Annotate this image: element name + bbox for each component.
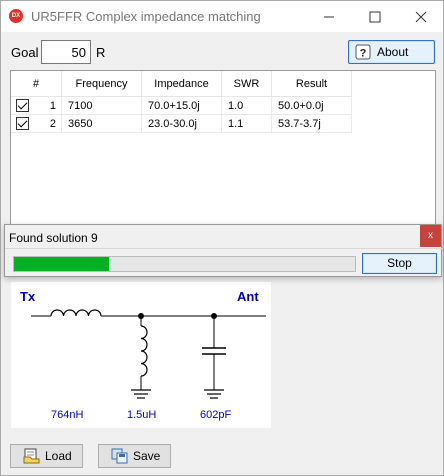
swr-cell: 1.0 bbox=[222, 97, 272, 115]
frequency-cell[interactable]: 7100 bbox=[62, 97, 142, 115]
row-number: 2 bbox=[49, 117, 56, 130]
row-number: 1 bbox=[49, 99, 56, 112]
main-window: DX UR5FFR Complex impedance matching Goa… bbox=[0, 0, 444, 476]
save-label: Save bbox=[133, 449, 161, 463]
goal-label: Goal bbox=[11, 45, 39, 60]
progress-bar bbox=[13, 256, 356, 272]
app-icon: DX bbox=[9, 9, 23, 23]
progress-status-text: Found solution 9 bbox=[9, 231, 98, 245]
shunt-capacitor-value: 602pF bbox=[200, 409, 232, 421]
minimize-button[interactable] bbox=[306, 1, 352, 32]
close-button[interactable] bbox=[398, 1, 444, 32]
maximize-button[interactable] bbox=[352, 1, 398, 32]
about-label: About bbox=[377, 45, 409, 59]
ant-label: Ant bbox=[237, 289, 259, 304]
stop-button[interactable]: Stop bbox=[362, 253, 437, 274]
minimize-icon bbox=[324, 16, 334, 17]
goal-unit: R bbox=[96, 45, 106, 60]
matching-network-schematic: Tx Ant 764nH 1.5uH 602pF bbox=[11, 282, 271, 428]
result-cell: 50.0+0.0j bbox=[272, 97, 352, 115]
close-icon bbox=[415, 11, 427, 22]
swr-cell: 1.1 bbox=[222, 115, 272, 133]
row-number-cell: 2 bbox=[11, 115, 62, 133]
circuit-diagram bbox=[31, 309, 266, 399]
title-bar[interactable]: DX UR5FFR Complex impedance matching bbox=[1, 1, 443, 32]
question-help-icon: ? bbox=[355, 44, 371, 60]
progress-dialog: Found solution 9 x Stop bbox=[4, 224, 443, 277]
column-header-swr[interactable]: SWR bbox=[222, 71, 272, 97]
tx-label: Tx bbox=[20, 289, 36, 304]
maximize-icon bbox=[369, 11, 381, 22]
window-title: UR5FFR Complex impedance matching bbox=[31, 9, 261, 24]
divider bbox=[5, 248, 443, 249]
column-header-number[interactable]: # bbox=[11, 71, 62, 97]
progress-bar-fill bbox=[14, 257, 110, 271]
frequency-table: # Frequency Impedance SWR Result 1 7100 … bbox=[10, 70, 436, 228]
row-checkbox[interactable] bbox=[16, 117, 29, 130]
about-button[interactable]: ? About bbox=[348, 40, 435, 64]
load-button[interactable]: Load bbox=[10, 444, 83, 468]
open-file-icon bbox=[23, 448, 40, 464]
load-label: Load bbox=[45, 449, 72, 463]
save-copy-icon bbox=[111, 448, 128, 464]
frequency-cell[interactable]: 3650 bbox=[62, 115, 142, 133]
table-row[interactable]: 2 3650 23.0-30.0j 1.1 53.7-3.7j bbox=[11, 115, 352, 133]
shunt-inductor-value: 1.5uH bbox=[127, 409, 157, 421]
svg-text:?: ? bbox=[360, 48, 367, 60]
row-number-cell: 1 bbox=[11, 97, 62, 115]
impedance-cell[interactable]: 23.0-30.0j bbox=[142, 115, 222, 133]
progress-close-button[interactable]: x bbox=[420, 225, 441, 247]
result-cell: 53.7-3.7j bbox=[272, 115, 352, 133]
impedance-cell[interactable]: 70.0+15.0j bbox=[142, 97, 222, 115]
column-header-result[interactable]: Result bbox=[272, 71, 352, 97]
table-header: # Frequency Impedance SWR Result bbox=[11, 71, 352, 97]
save-button[interactable]: Save bbox=[98, 444, 171, 468]
goal-input[interactable] bbox=[41, 40, 91, 64]
column-header-impedance[interactable]: Impedance bbox=[142, 71, 222, 97]
shunt-inductor-symbol bbox=[140, 325, 148, 377]
column-header-frequency[interactable]: Frequency bbox=[62, 71, 142, 97]
row-checkbox[interactable] bbox=[16, 99, 29, 112]
table-row[interactable]: 1 7100 70.0+15.0j 1.0 50.0+0.0j bbox=[11, 97, 352, 115]
series-inductor-value: 764nH bbox=[51, 409, 84, 421]
series-inductor-symbol bbox=[50, 309, 102, 317]
